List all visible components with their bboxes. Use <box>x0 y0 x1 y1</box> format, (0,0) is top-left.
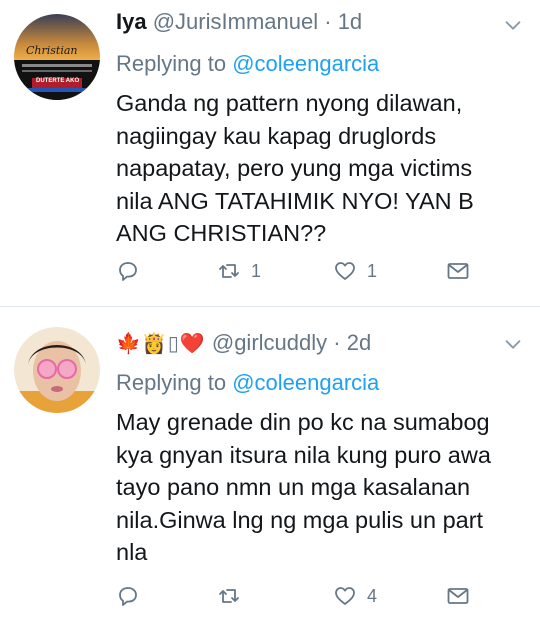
tweet-text-line: May grenade din po kc na sumabog <box>116 409 490 435</box>
direct-message-icon <box>447 263 469 279</box>
tweet-actions: 4 <box>116 581 476 611</box>
tweet-text-line: kya gnyan itsura nila kung puro awa <box>116 441 491 468</box>
replying-to-label: Replying to <box>116 51 227 76</box>
avatar-text-top: Christian <box>26 44 78 57</box>
like-icon <box>335 262 355 280</box>
tweet-text: May grenade din po kc na sumabog kya gny… <box>116 406 526 569</box>
display-name-emoji[interactable]: 👸 <box>142 333 167 355</box>
tweet-text-line: nila.Ginwa lng ng mga pulis un part <box>116 506 484 533</box>
avatar-image <box>14 14 100 100</box>
handle[interactable]: @JurisImmanuel <box>153 9 318 34</box>
replying-to: Replying to @coleengarcia <box>116 369 379 397</box>
chevron-down-icon[interactable] <box>502 14 524 36</box>
avatar-image <box>14 327 100 413</box>
tweet[interactable]: Christian DUTERTE AKO Iya @JurisImmanuel… <box>0 0 540 306</box>
like-button[interactable]: 1 <box>333 256 377 286</box>
direct-message-button[interactable] <box>446 581 470 611</box>
chevron-down-icon[interactable] <box>502 333 524 355</box>
tweet-text: Ganda ng pattern nyong dilawan, nagiinga… <box>116 87 526 250</box>
reply-button[interactable] <box>116 581 150 611</box>
retweet-count: 1 <box>251 260 262 281</box>
replying-to-link[interactable]: @coleengarcia <box>232 370 379 395</box>
tweet-header: Iya @JurisImmanuel · 1d <box>116 8 362 36</box>
timestamp[interactable]: 2d <box>347 330 371 355</box>
tweet-header: 🍁👸▯❤️ @girlcuddly · 2d <box>116 329 371 358</box>
retweet-icon <box>219 264 239 278</box>
like-icon <box>335 587 355 605</box>
display-name[interactable]: Iya <box>116 9 147 34</box>
display-name-emoji[interactable]: ▯ <box>168 333 179 355</box>
avatar-text-bottom: DUTERTE AKO <box>36 78 80 84</box>
retweet-button[interactable] <box>217 581 251 611</box>
like-button[interactable]: 4 <box>333 581 377 611</box>
direct-message-icon <box>447 588 469 604</box>
tweet-text-line: Ganda ng pattern nyong dilawan, <box>116 90 463 116</box>
retweet-button[interactable]: 1 <box>217 256 261 286</box>
tweet-text-line: nagiingay kau kapag druglords <box>116 122 437 149</box>
direct-message-button[interactable] <box>446 256 470 286</box>
replying-to-label: Replying to <box>116 370 227 395</box>
tweet-text-line: nila ANG TATAHIMIK NYO! YAN B <box>116 187 474 214</box>
tweet-actions: 1 1 <box>116 256 476 286</box>
like-count: 4 <box>367 585 378 606</box>
tweet-text-line: tayo pano nmn un mga kasalanan <box>116 474 471 500</box>
display-name-emoji[interactable]: 🍁 <box>116 333 141 355</box>
display-name-emoji[interactable]: ❤️ <box>180 333 205 355</box>
reply-icon <box>119 587 137 606</box>
tweet-text-line: napapatay, pero yung mga victims <box>116 155 473 181</box>
tweet[interactable]: 🍁👸▯❤️ @girlcuddly · 2d Replying to @cole… <box>0 307 540 619</box>
replying-to-link[interactable]: @coleengarcia <box>232 51 379 76</box>
tweet-text-line: nla <box>116 539 148 565</box>
separator: · <box>324 9 332 34</box>
retweet-icon <box>219 589 239 603</box>
avatar[interactable] <box>14 327 100 413</box>
like-count: 1 <box>367 260 378 281</box>
reply-button[interactable] <box>116 256 150 286</box>
replying-to: Replying to @coleengarcia <box>116 50 379 78</box>
separator: · <box>333 330 341 355</box>
avatar[interactable]: Christian DUTERTE AKO <box>14 14 100 100</box>
handle[interactable]: @girlcuddly <box>212 330 327 355</box>
timestamp[interactable]: 1d <box>338 9 362 34</box>
reply-icon <box>119 262 137 281</box>
tweet-text-line: ANG CHRISTIAN?? <box>116 220 327 246</box>
